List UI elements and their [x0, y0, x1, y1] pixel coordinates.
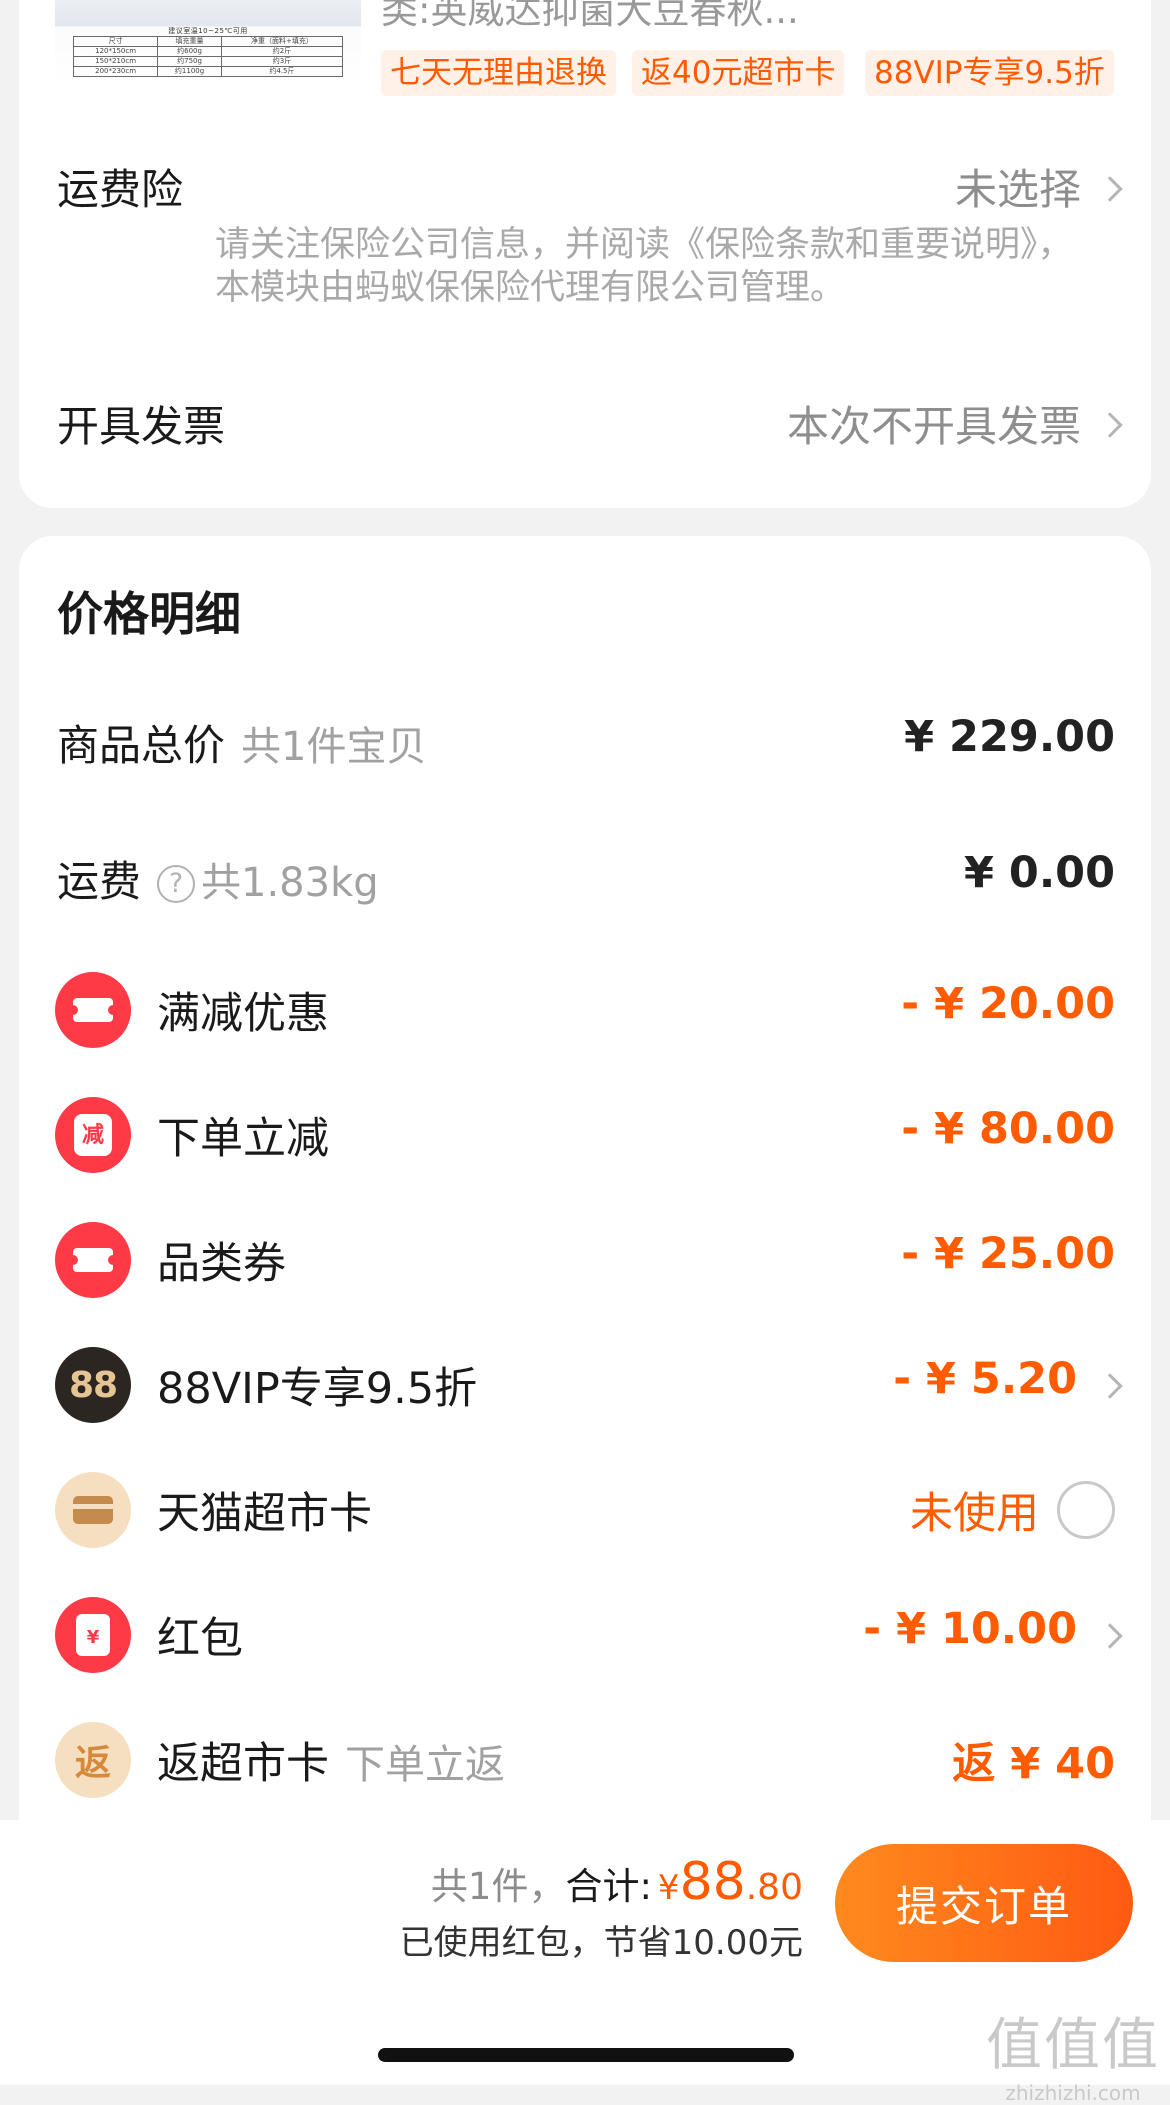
freight-row: 运费? 共1.83kg	[57, 848, 379, 909]
freight-amount: ¥ 0.00	[964, 848, 1115, 898]
submit-order-button[interactable]: 提交订单	[835, 1844, 1133, 1962]
instant-discount-amount: - ¥ 80.00	[901, 1104, 1115, 1154]
shipping-insurance-value[interactable]: 未选择	[955, 156, 1081, 217]
price-detail-card: 价格明细 商品总价 共1件宝贝 ¥ 229.00 运费? 共1.83kg ¥ 0.0…	[19, 536, 1151, 1906]
product-thumbnail[interactable]: 建议室温10~25℃可用 尺寸 填充重量 净重（面料+填充） 120*150cm 约6…	[55, 0, 361, 88]
item-count: 共1件，	[430, 1865, 566, 1908]
thumbnail-spec-title: 建议室温10~25℃可用	[168, 27, 248, 35]
invoice-label: 开具发票	[57, 402, 226, 451]
total-integer: 88	[679, 1852, 746, 1912]
total-currency: ¥	[657, 1868, 680, 1908]
red-packet-label: 红包	[157, 1614, 243, 1664]
freight-weight: 共1.83kg	[201, 860, 379, 906]
help-icon[interactable]: ?	[157, 865, 196, 903]
saved-note: 已使用红包，节省10.00元	[399, 1923, 803, 1963]
chevron-right-icon[interactable]	[1097, 412, 1123, 438]
cashback-sub: 下单立返	[345, 1742, 505, 1788]
chevron-right-icon[interactable]	[1097, 176, 1123, 202]
cashback-amount: 返 ¥ 40	[952, 1739, 1115, 1789]
insurance-note: 请关注保险公司信息，并阅读《保险条款和重要说明》，本模块由蚂蚁保保险代理有限公司…	[215, 225, 1073, 308]
checkout-bar: 共1件，合计: ¥88.80 已使用红包，节省10.00元 提交订单 值值值 zh…	[0, 1820, 1170, 2105]
thumbnail-spec-table: 尺寸 填充重量 净重（面料+填充） 120*150cm 约600g 约2斤 150*21…	[72, 36, 344, 77]
order-info-card: 建议室温10~25℃可用 尺寸 填充重量 净重（面料+填充） 120*150cm 约6…	[19, 0, 1151, 508]
goods-total-amount: ¥ 229.00	[904, 712, 1115, 762]
goods-total-row: 商品总价 共1件宝贝	[57, 712, 426, 773]
watermark-logo: 值值值	[986, 2013, 1160, 2078]
product-title: 类:英威达抑菌大豆春秋...	[381, 0, 799, 32]
vip-discount-label: 88VIP专享9.5折	[157, 1364, 478, 1414]
supermarket-card-radio[interactable]	[1057, 1481, 1115, 1539]
supermarket-card-label: 天猫超市卡	[157, 1489, 372, 1539]
category-coupon-label: 品类券	[157, 1239, 286, 1289]
freight-label: 运费	[57, 857, 142, 906]
red-packet-icon: ¥	[55, 1597, 131, 1673]
invoice-value[interactable]: 本次不开具发票	[787, 393, 1081, 454]
watermark: 值值值 zhizhizhi.com	[986, 2000, 1160, 2105]
cashback-label: 返超市卡	[157, 1739, 329, 1789]
red-packet-amount[interactable]: - ¥ 10.00	[863, 1604, 1077, 1654]
instant-discount-icon: 减	[55, 1097, 131, 1173]
order-total-line: 共1件，合计: ¥88.80	[431, 1852, 803, 1912]
cashback-icon: 返	[55, 1722, 131, 1798]
supermarket-card-status: 未使用	[910, 1489, 1039, 1539]
full-reduction-label: 满减优惠	[157, 989, 329, 1039]
coupon-ticket-icon	[55, 972, 131, 1048]
88vip-icon: 88	[55, 1347, 131, 1423]
price-detail-title: 价格明细	[57, 587, 241, 641]
total-decimal: .80	[745, 1867, 803, 1908]
chevron-right-icon[interactable]	[1097, 1373, 1123, 1399]
cashback-row-label: 返超市卡 下单立返	[157, 1729, 505, 1791]
full-reduction-amount: - ¥ 20.00	[901, 979, 1115, 1029]
vip-discount-tag: 88VIP专享9.5折	[865, 50, 1114, 96]
total-label: 合计:	[565, 1865, 652, 1908]
vip-discount-amount[interactable]: - ¥ 5.20	[893, 1354, 1077, 1404]
coupon-ticket-icon	[55, 1222, 131, 1298]
return-policy-tag: 七天无理由退换	[381, 50, 616, 96]
supermarket-card-tag: 返40元超市卡	[632, 50, 845, 96]
goods-total-label: 商品总价	[57, 721, 226, 770]
shipping-insurance-label: 运费险	[57, 165, 184, 214]
chevron-right-icon[interactable]	[1097, 1623, 1123, 1649]
goods-count: 共1件宝贝	[241, 724, 427, 770]
category-coupon-amount: - ¥ 25.00	[901, 1229, 1115, 1279]
home-indicator[interactable]	[378, 2048, 794, 2062]
instant-discount-label: 下单立减	[157, 1114, 329, 1164]
supermarket-card-icon	[55, 1472, 131, 1548]
